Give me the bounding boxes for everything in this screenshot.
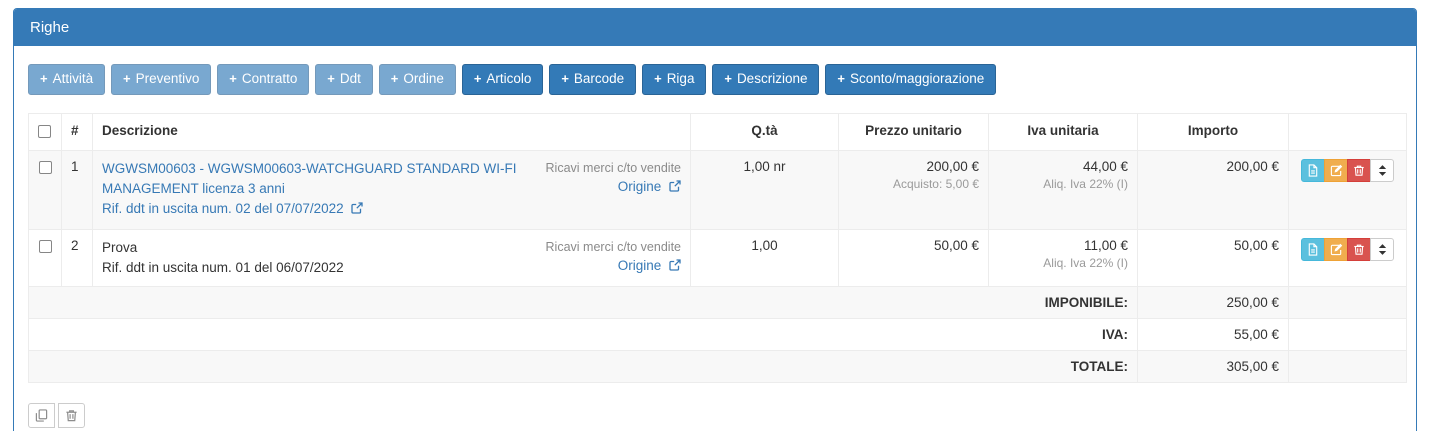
sort-handle[interactable] bbox=[1370, 159, 1394, 182]
row-unit-price: 200,00 € bbox=[848, 159, 979, 174]
add-descrizione-button[interactable]: +Descrizione bbox=[712, 64, 819, 95]
row-amount: 200,00 € bbox=[1147, 159, 1279, 174]
row-account-label: Ricavi merci c/to vendite bbox=[546, 159, 681, 177]
external-link-icon bbox=[669, 178, 681, 198]
edit-icon bbox=[1330, 164, 1343, 177]
summary-value: 55,00 € bbox=[1138, 319, 1289, 351]
copy-icon bbox=[35, 409, 48, 422]
row-unit-price: 50,00 € bbox=[848, 238, 979, 253]
row-ddt-reference[interactable]: Rif. ddt in uscita num. 02 del 07/07/202… bbox=[102, 199, 522, 220]
add-attivit--button[interactable]: +Attività bbox=[28, 64, 105, 95]
edit-icon bbox=[1330, 243, 1343, 256]
col-header-num: # bbox=[62, 113, 93, 150]
table-header-row: # Descrizione Q.tà Prezzo unitario Iva u… bbox=[29, 113, 1407, 150]
row-number: 1 bbox=[62, 150, 93, 229]
table-row: 1 WGWSM00603 - WGWSM00603-WATCHGUARD STA… bbox=[29, 150, 1407, 229]
summary-value: 305,00 € bbox=[1138, 351, 1289, 383]
external-link-icon bbox=[351, 200, 363, 220]
col-header-importo: Importo bbox=[1138, 113, 1289, 150]
panel-body: +Attività +Preventivo +Contratto +Ddt +O… bbox=[14, 46, 1416, 431]
row-description-link[interactable]: WGWSM00603 - WGWSM00603-WATCHGUARD STAND… bbox=[102, 159, 522, 200]
add-articolo-button[interactable]: +Articolo bbox=[462, 64, 544, 95]
col-header-iva: Iva unitaria bbox=[989, 113, 1138, 150]
row-quantity: 1,00 nr bbox=[691, 150, 839, 229]
panel-header: Righe bbox=[14, 9, 1416, 46]
select-all-checkbox[interactable] bbox=[38, 125, 51, 138]
document-icon bbox=[1307, 243, 1319, 256]
footer-toolbar bbox=[28, 403, 1402, 428]
righe-table: # Descrizione Q.tà Prezzo unitario Iva u… bbox=[28, 113, 1407, 383]
plus-icon: + bbox=[391, 71, 399, 86]
duplicate-rows-button[interactable] bbox=[28, 403, 55, 428]
document-button[interactable] bbox=[1301, 159, 1325, 182]
righe-panel: Righe +Attività +Preventivo +Contratto +… bbox=[13, 8, 1417, 431]
plus-icon: + bbox=[40, 71, 48, 86]
row-description-link: Prova bbox=[102, 238, 344, 258]
trash-icon bbox=[1353, 164, 1365, 177]
summary-label: IMPONIBILE: bbox=[29, 287, 1138, 319]
summary-actions-empty bbox=[1289, 351, 1407, 383]
plus-icon: + bbox=[327, 71, 335, 86]
table-row: 2 Prova Rif. ddt in uscita num. 01 del 0… bbox=[29, 229, 1407, 287]
row-amount: 50,00 € bbox=[1147, 238, 1279, 253]
edit-button[interactable] bbox=[1324, 238, 1348, 261]
plus-icon: + bbox=[229, 71, 237, 86]
sort-icon bbox=[1377, 164, 1388, 177]
summary-row: TOTALE: 305,00 € bbox=[29, 351, 1407, 383]
delete-button[interactable] bbox=[1347, 159, 1371, 182]
row-vat-rate: Aliq. Iva 22% (I) bbox=[998, 177, 1128, 191]
plus-icon: + bbox=[561, 71, 569, 86]
plus-icon: + bbox=[724, 71, 732, 86]
add-sconto-maggiorazione-button[interactable]: +Sconto/maggiorazione bbox=[825, 64, 996, 95]
summary-value: 250,00 € bbox=[1138, 287, 1289, 319]
plus-icon: + bbox=[123, 71, 131, 86]
summary-row: IMPONIBILE: 250,00 € bbox=[29, 287, 1407, 319]
edit-button[interactable] bbox=[1324, 159, 1348, 182]
summary-label: IVA: bbox=[29, 319, 1138, 351]
trash-icon bbox=[65, 409, 78, 422]
delete-rows-button[interactable] bbox=[58, 403, 85, 428]
col-header-qta: Q.tà bbox=[691, 113, 839, 150]
col-header-actions bbox=[1289, 113, 1407, 150]
row-unit-vat: 44,00 € bbox=[998, 159, 1128, 174]
sort-icon bbox=[1377, 243, 1388, 256]
summary-label: TOTALE: bbox=[29, 351, 1138, 383]
add-riga-button[interactable]: +Riga bbox=[642, 64, 706, 95]
row-origine-link[interactable]: Origine bbox=[618, 179, 681, 194]
row-origine-link[interactable]: Origine bbox=[618, 258, 681, 273]
panel-title: Righe bbox=[30, 19, 69, 36]
add-ddt-button[interactable]: +Ddt bbox=[315, 64, 373, 95]
row-ddt-reference: Rif. ddt in uscita num. 01 del 06/07/202… bbox=[102, 258, 344, 278]
document-icon bbox=[1307, 164, 1319, 177]
add-barcode-button[interactable]: +Barcode bbox=[549, 64, 636, 95]
row-quantity: 1,00 bbox=[691, 229, 839, 287]
row-account-label: Ricavi merci c/to vendite bbox=[546, 238, 681, 256]
trash-icon bbox=[1353, 243, 1365, 256]
row-unit-vat: 11,00 € bbox=[998, 238, 1128, 253]
col-header-prezzo: Prezzo unitario bbox=[839, 113, 989, 150]
add-ordine-button[interactable]: +Ordine bbox=[379, 64, 456, 95]
plus-icon: + bbox=[654, 71, 662, 86]
document-button[interactable] bbox=[1301, 238, 1325, 261]
row-number: 2 bbox=[62, 229, 93, 287]
external-link-icon bbox=[669, 257, 681, 277]
summary-actions-empty bbox=[1289, 319, 1407, 351]
col-header-descrizione: Descrizione bbox=[93, 113, 691, 150]
row-checkbox[interactable] bbox=[39, 240, 52, 253]
row-purchase-price: Acquisto: 5,00 € bbox=[848, 177, 979, 191]
add-contratto-button[interactable]: +Contratto bbox=[217, 64, 309, 95]
sort-handle[interactable] bbox=[1370, 238, 1394, 261]
add-buttons-toolbar: +Attività +Preventivo +Contratto +Ddt +O… bbox=[28, 64, 1402, 95]
plus-icon: + bbox=[837, 71, 845, 86]
row-checkbox[interactable] bbox=[39, 161, 52, 174]
summary-actions-empty bbox=[1289, 287, 1407, 319]
summary-row: IVA: 55,00 € bbox=[29, 319, 1407, 351]
row-vat-rate: Aliq. Iva 22% (I) bbox=[998, 256, 1128, 270]
add-preventivo-button[interactable]: +Preventivo bbox=[111, 64, 211, 95]
plus-icon: + bbox=[474, 71, 482, 86]
delete-button[interactable] bbox=[1347, 238, 1371, 261]
